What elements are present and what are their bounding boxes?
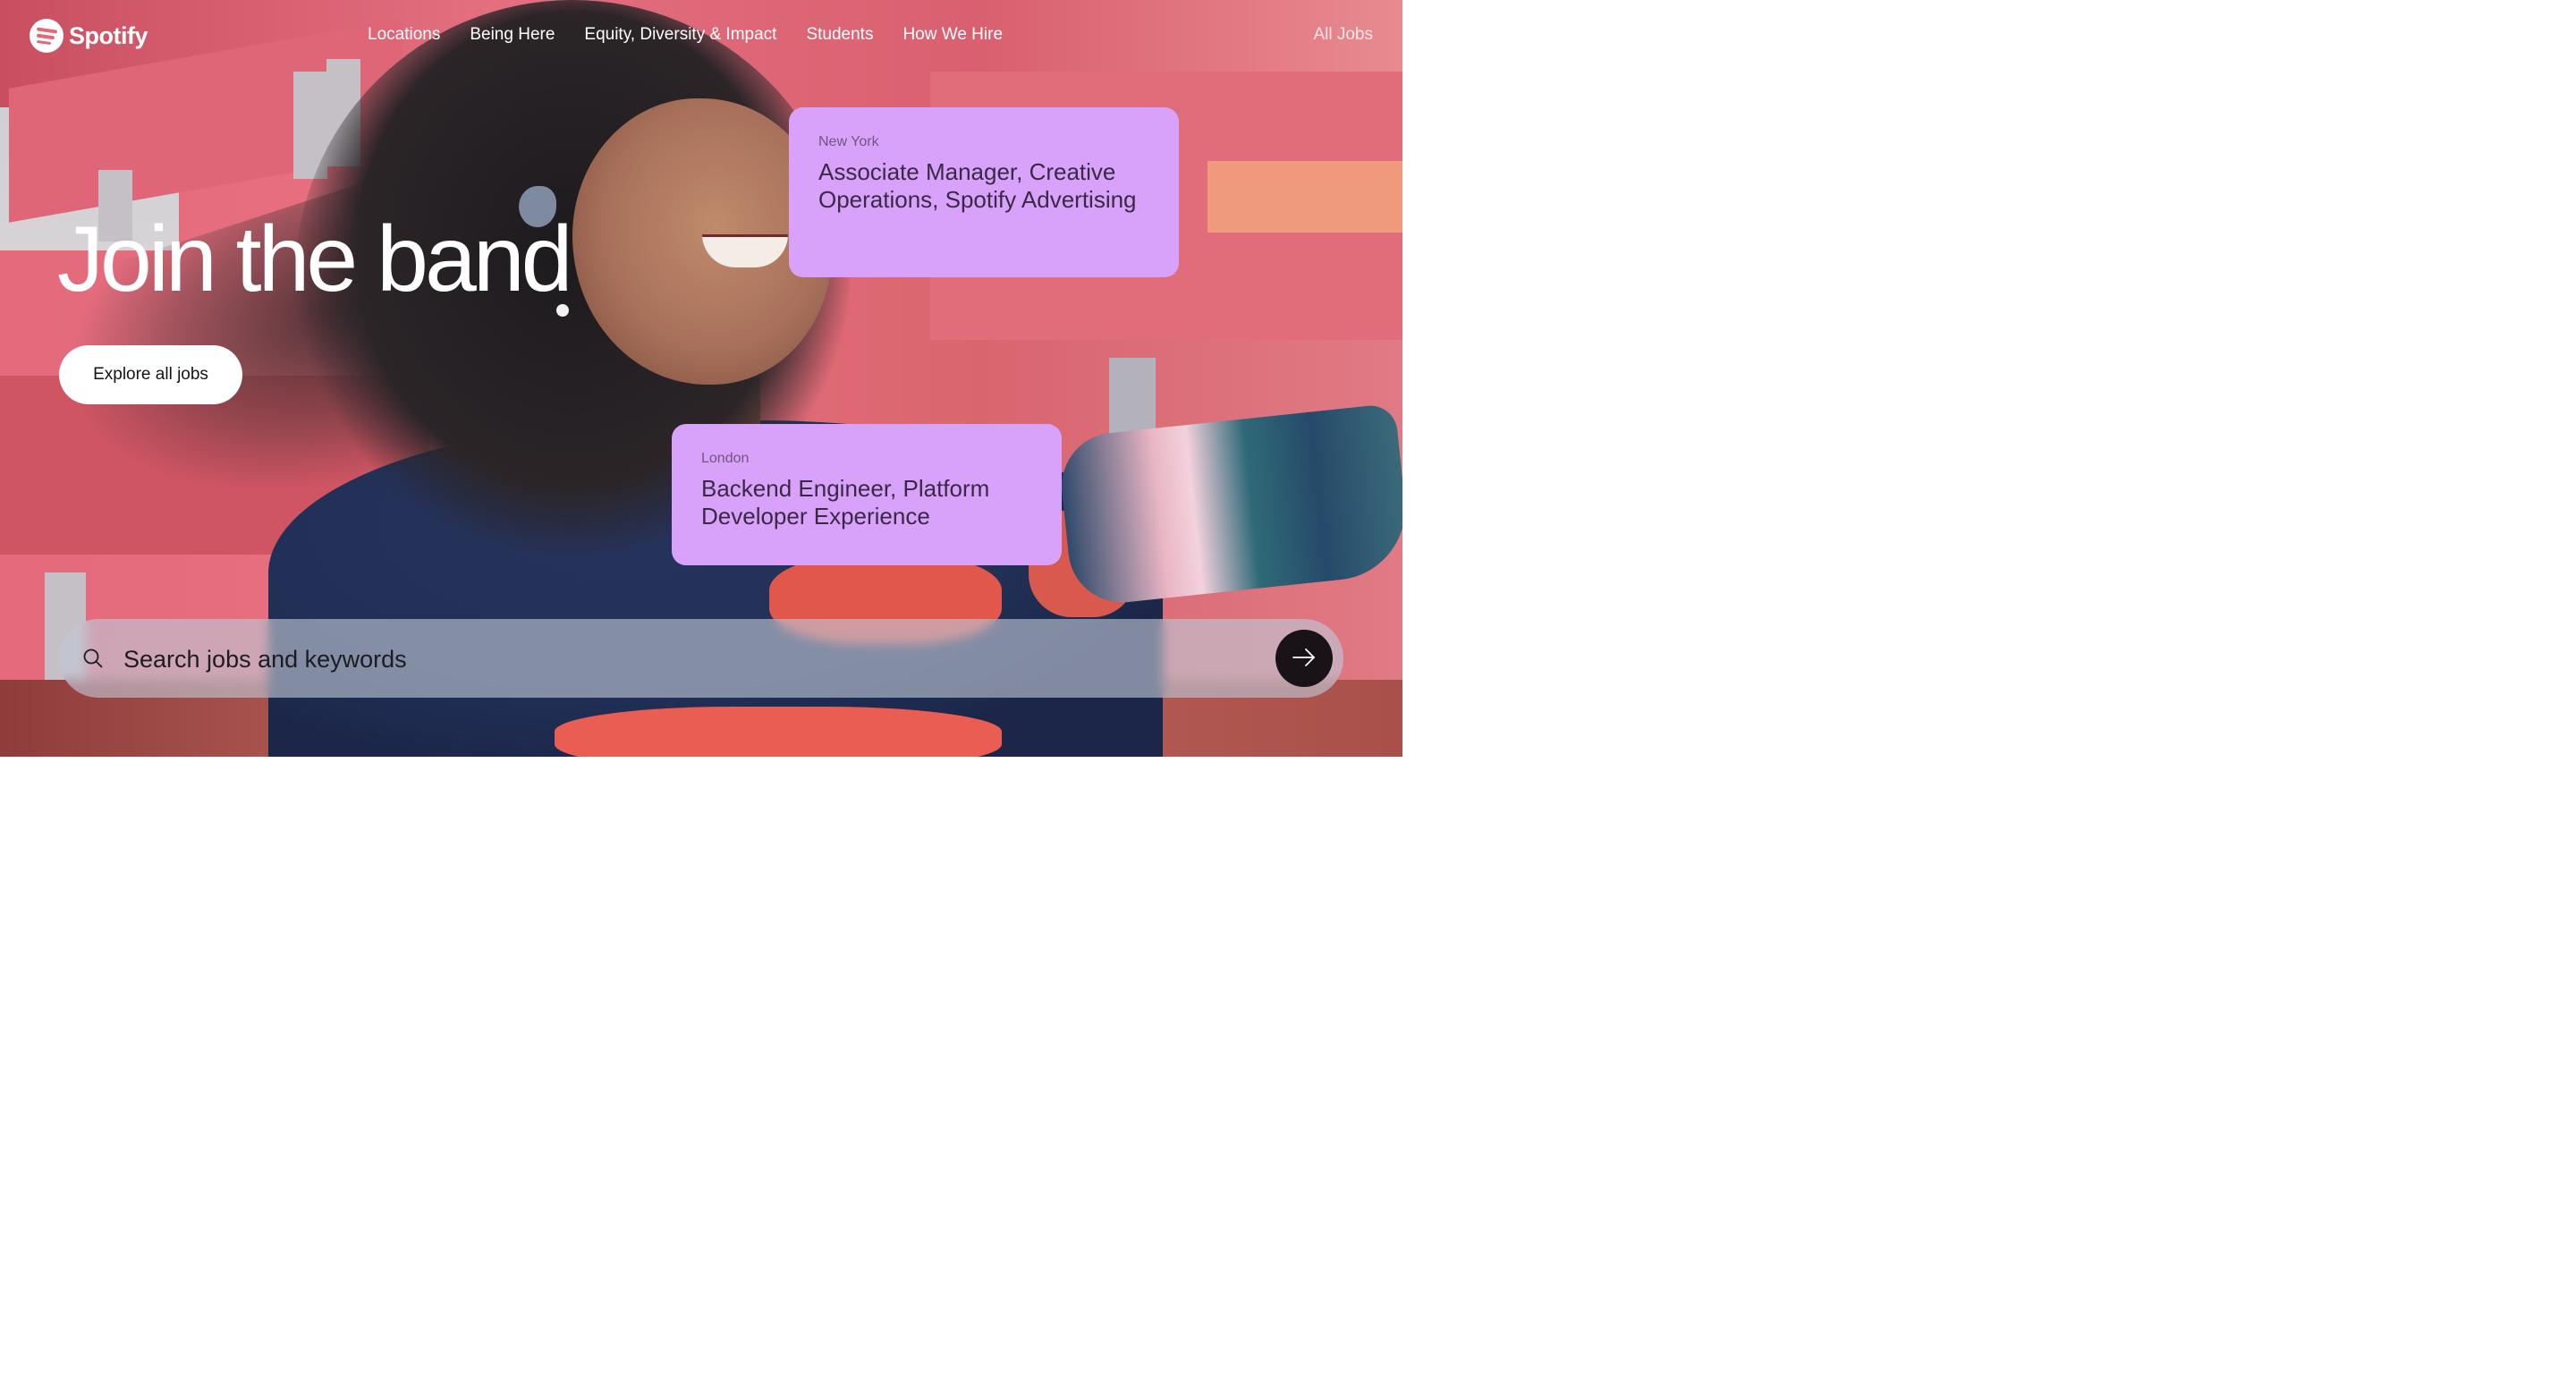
job-card[interactable]: London Backend Engineer, Platform Develo… [672, 424, 1062, 565]
job-card[interactable]: New York Associate Manager, Creative Ope… [789, 107, 1179, 277]
nav-item-how-we-hire[interactable]: How We Hire [902, 25, 1003, 45]
job-title: Backend Engineer, Platform Developer Exp… [701, 475, 990, 530]
explore-all-jobs-button[interactable]: Explore all jobs [59, 345, 242, 404]
site-header: Spotify Locations Being Here Equity, Div… [0, 0, 1402, 75]
all-jobs-link[interactable]: All Jobs [1313, 25, 1373, 45]
nav-item-locations[interactable]: Locations [368, 25, 440, 45]
job-location: New York [818, 134, 879, 149]
arrow-right-icon [1292, 648, 1317, 670]
brand-name: Spotify [69, 21, 148, 49]
search-submit-button[interactable] [1275, 630, 1333, 687]
job-search-bar [59, 619, 1343, 698]
search-input[interactable] [122, 637, 1243, 682]
search-icon [83, 648, 103, 668]
job-title: Associate Manager, Creative Operations, … [818, 158, 1137, 213]
nav-item-equity-diversity-impact[interactable]: Equity, Diversity & Impact [584, 25, 776, 45]
nav-item-students[interactable]: Students [806, 25, 873, 45]
spotify-logo-icon [30, 19, 64, 53]
job-location: London [701, 451, 750, 466]
nav-item-being-here[interactable]: Being Here [470, 25, 555, 45]
spotify-logo[interactable]: Spotify [30, 19, 148, 53]
hero-title: Join the band [57, 208, 573, 311]
main-nav: Locations Being Here Equity, Diversity &… [368, 25, 1003, 45]
